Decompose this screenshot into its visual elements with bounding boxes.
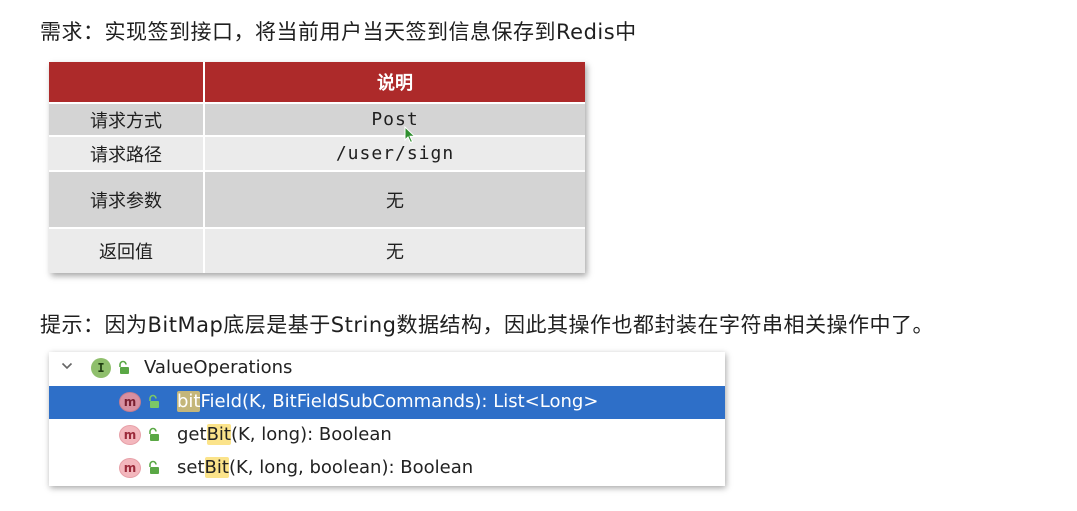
tree-method-row[interactable]: m getBit(K, long): Boolean: [49, 419, 725, 452]
row-value-return: 无: [205, 229, 585, 273]
tree-parent-row[interactable]: I ValueOperations: [49, 352, 725, 385]
unlock-icon: [149, 394, 159, 408]
method-icon: m: [119, 458, 141, 478]
method-name-prefix: set: [177, 457, 205, 478]
hint-text: 提示：因为BitMap底层是基于String数据结构，因此其操作也都封装在字符串…: [40, 313, 934, 337]
method-icon: m: [119, 425, 141, 445]
row-value-path: /user/sign: [205, 137, 585, 172]
method-name-prefix: get: [177, 424, 207, 445]
method-tree-popup: I ValueOperations m bitField(K, BitField…: [49, 352, 725, 486]
table-row: 请求参数 无: [49, 172, 585, 229]
tree-method-row[interactable]: m setBit(K, long, boolean): Boolean: [49, 452, 725, 485]
api-spec-table: 说明 请求方式 Post 请求路径 /user/sign 请求参数 无 返回值 …: [49, 62, 585, 273]
method-signature: (K, long, boolean): Boolean: [228, 457, 474, 478]
table-header-row: 说明: [49, 62, 585, 104]
row-label-method: 请求方式: [49, 104, 205, 137]
search-match: Bit: [206, 424, 231, 445]
chevron-down-icon[interactable]: [61, 360, 73, 372]
method-label: bitField(K, BitFieldSubCommands): List<L…: [177, 391, 598, 412]
row-value-params: 无: [205, 172, 585, 229]
interface-icon: I: [91, 358, 111, 378]
search-match: bit: [177, 391, 201, 412]
row-label-return: 返回值: [49, 229, 205, 273]
table-header-empty: [49, 62, 205, 104]
table-row: 请求方式 Post: [49, 104, 585, 137]
unlock-icon: [119, 360, 129, 374]
mouse-cursor-icon: [404, 126, 416, 144]
unlock-icon: [149, 460, 159, 474]
table-row: 请求路径 /user/sign: [49, 137, 585, 172]
row-value-method: Post: [205, 104, 585, 137]
row-label-path: 请求路径: [49, 137, 205, 172]
tree-parent-label: ValueOperations: [144, 357, 293, 378]
unlock-icon: [149, 427, 159, 441]
method-icon: m: [119, 392, 141, 412]
table-row: 返回值 无: [49, 229, 585, 273]
method-label: setBit(K, long, boolean): Boolean: [177, 457, 473, 478]
table-header-description: 说明: [205, 62, 585, 104]
method-signature: (K, BitFieldSubCommands): List<Long>: [242, 391, 599, 412]
method-label: getBit(K, long): Boolean: [177, 424, 392, 445]
search-match: Bit: [204, 457, 229, 478]
requirement-text: 需求：实现签到接口，将当前用户当天签到信息保存到Redis中: [40, 20, 637, 44]
method-signature: (K, long): Boolean: [230, 424, 392, 445]
tree-method-row[interactable]: m bitField(K, BitFieldSubCommands): List…: [49, 386, 725, 419]
row-label-params: 请求参数: [49, 172, 205, 229]
method-name-rest: Field: [200, 391, 243, 412]
